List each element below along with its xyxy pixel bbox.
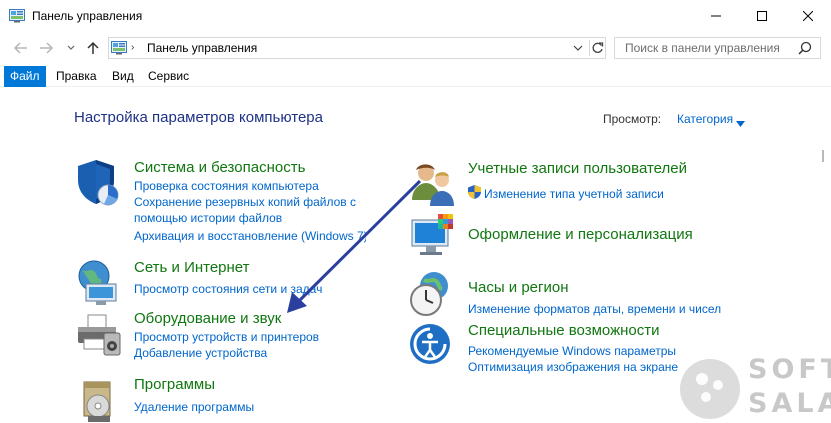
view-by-dropdown[interactable]: Категория	[677, 112, 733, 126]
category-title[interactable]: Оформление и персонализация	[468, 226, 693, 243]
breadcrumb-separator[interactable]: ›	[131, 42, 134, 53]
network-icon[interactable]	[74, 258, 124, 308]
category-user-accounts: Учетные записи пользователей Изменение т…	[408, 160, 788, 206]
category-title[interactable]: Специальные возможности	[468, 322, 660, 339]
category-appearance: Оформление и персонализация	[408, 212, 788, 262]
menu-tools[interactable]: Сервис	[142, 66, 195, 87]
window-title: Панель управления	[32, 9, 143, 23]
category-title[interactable]: Оборудование и звук	[134, 310, 281, 327]
link-optimize-display[interactable]: Оптимизация изображения на экране	[468, 360, 678, 374]
link-backup-restore-win7[interactable]: Архивация и восстановление (Windows 7)	[134, 229, 366, 243]
watermark-line2: SALAD	[748, 388, 831, 419]
caret-down-icon[interactable]	[736, 116, 745, 127]
category-system-security: Система и безопасность Проверка состояни…	[74, 158, 374, 248]
menu-file-label: Файл	[10, 69, 40, 83]
breadcrumb[interactable]: Панель управления	[147, 41, 257, 55]
search-input[interactable]	[615, 38, 795, 58]
menu-edit[interactable]: Правка	[50, 66, 103, 87]
forward-button[interactable]	[38, 40, 54, 56]
search-box[interactable]	[614, 37, 821, 59]
link-change-date-formats[interactable]: Изменение форматов даты, времени и чисел	[468, 302, 721, 316]
category-clock-region: Часы и регион Изменение форматов даты, в…	[408, 270, 788, 320]
chevron-down-icon[interactable]	[571, 41, 585, 55]
up-button[interactable]	[85, 40, 101, 56]
search-icon[interactable]	[797, 40, 813, 56]
category-title[interactable]: Сеть и Интернет	[134, 259, 250, 276]
recent-locations-dropdown[interactable]	[63, 40, 79, 56]
category-hardware-sound: Оборудование и звук Просмотр устройств и…	[74, 309, 374, 364]
accessibility-icon[interactable]	[408, 322, 458, 372]
maximize-button[interactable]	[739, 0, 785, 32]
title-bar: Панель управления	[0, 0, 831, 32]
shield-icon[interactable]	[74, 158, 124, 208]
menu-file[interactable]: Файл	[4, 66, 46, 87]
softsalad-watermark: SOFT SALAD	[676, 354, 831, 423]
category-programs: Программы Удаление программы	[74, 376, 374, 423]
view-by-label: Просмотр:	[603, 112, 662, 126]
category-title[interactable]: Программы	[134, 376, 215, 393]
category-network-internet: Сеть и Интернет Просмотр состояния сети …	[74, 258, 374, 308]
link-change-account-type[interactable]: Изменение типа учетной записи	[484, 187, 664, 201]
refresh-button[interactable]	[589, 40, 605, 56]
category-title[interactable]: Учетные записи пользователей	[468, 160, 687, 177]
category-title[interactable]: Система и безопасность	[134, 159, 305, 176]
users-icon[interactable]	[408, 160, 458, 210]
close-button[interactable]	[785, 0, 831, 32]
link-network-status[interactable]: Просмотр состояния сети и задач	[134, 282, 322, 296]
link-uninstall-program[interactable]: Удаление программы	[134, 400, 254, 414]
menu-edit-label: Правка	[56, 69, 97, 83]
menu-tools-label: Сервис	[148, 69, 190, 83]
link-file-history-backup[interactable]: Сохранение резервных копий файлов с	[134, 195, 356, 209]
printer-icon[interactable]	[74, 309, 124, 359]
clock-globe-icon[interactable]	[408, 270, 458, 320]
back-button[interactable]	[13, 40, 29, 56]
control-panel-icon	[9, 9, 25, 23]
menu-view[interactable]: Вид	[106, 66, 140, 87]
link-file-history-backup-cont[interactable]: помощью истории файлов	[134, 211, 282, 225]
link-check-computer-status[interactable]: Проверка состояния компьютера	[134, 179, 319, 193]
category-title[interactable]: Часы и регион	[468, 279, 569, 296]
minimize-button[interactable]	[693, 0, 739, 32]
link-recommended-settings[interactable]: Рекомендуемые Windows параметры	[468, 344, 676, 358]
menu-bar: Файл Правка Вид Сервис	[0, 66, 831, 87]
link-devices-printers[interactable]: Просмотр устройств и принтеров	[134, 330, 319, 344]
watermark-logo-icon	[680, 359, 740, 419]
menu-view-label: Вид	[112, 69, 134, 83]
address-bar[interactable]: › Панель управления	[108, 37, 606, 59]
page-title: Настройка параметров компьютера	[74, 109, 323, 126]
control-panel-icon	[111, 41, 127, 55]
uac-shield-icon	[468, 185, 481, 199]
programs-icon[interactable]	[74, 376, 124, 423]
link-add-device[interactable]: Добавление устройства	[134, 346, 267, 360]
watermark-line1: SOFT	[748, 354, 831, 385]
monitor-icon[interactable]	[408, 212, 458, 262]
scrollbar-thumb[interactable]	[822, 150, 824, 162]
